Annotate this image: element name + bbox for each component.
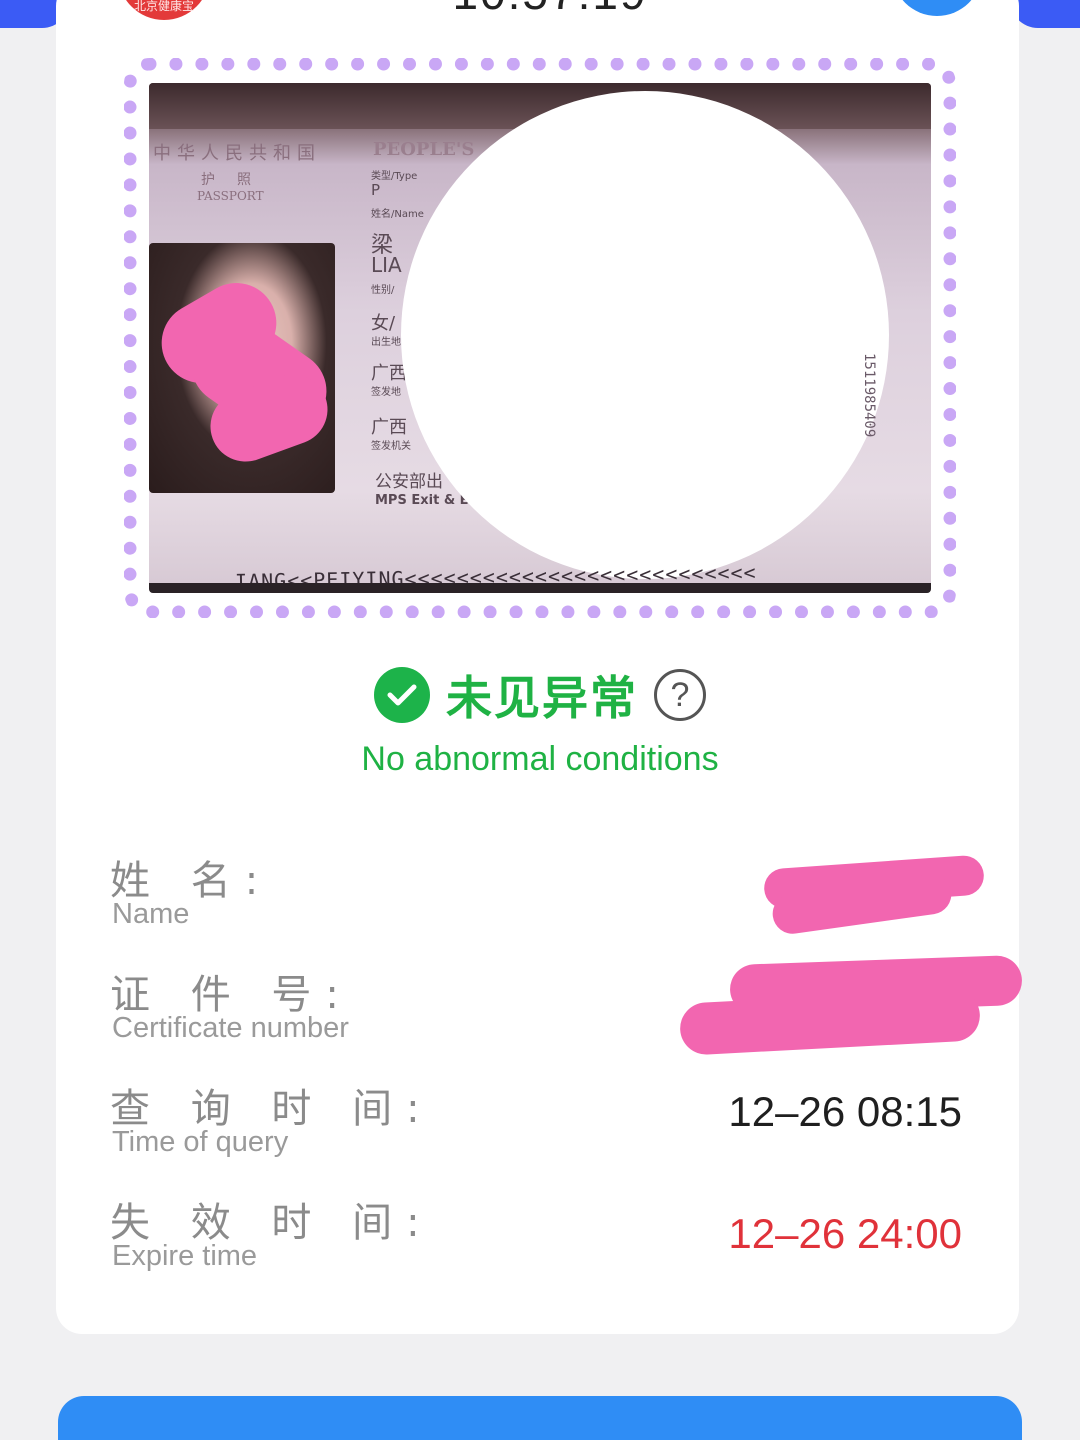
health-code-screen: 北京健康宝 10:57:19 中华人民共和国 PEOPLE'S 护照 PASSP… (0, 0, 1080, 1440)
passport-subheading-cn: 护照 (201, 172, 273, 188)
passport-heading-en: PEOPLE'S (373, 139, 475, 160)
app-logo-text: 北京健康宝 (133, 0, 194, 13)
passport-authority-value: 公安部出 (375, 472, 443, 492)
passport-issue-label: 签发地 (371, 387, 401, 398)
status-text-cn: 未见异常 (446, 671, 638, 725)
query-time-value: 12–26 08:15 (728, 1088, 962, 1135)
status-text-en: No abnormal conditions (361, 740, 719, 778)
header-background-right (1010, 0, 1080, 28)
passport-birth-value: 广西 (371, 363, 407, 384)
passport-name-label: 姓名/Name (371, 209, 424, 220)
passport-authority-label: 签发机关 (371, 441, 411, 452)
expire-time-value: 12–26 24:00 (728, 1210, 962, 1257)
passport-sex-label: 性别/ (371, 285, 395, 296)
passport-photo-frame: 中华人民共和国 PEOPLE'S 护照 PASSPORT 类型/Type P 姓… (124, 58, 956, 618)
photo-bottom-shadow (149, 583, 931, 593)
passport-photo: 中华人民共和国 PEOPLE'S 护照 PASSPORT 类型/Type P 姓… (149, 83, 931, 593)
passport-type-value: P (371, 181, 381, 199)
live-clock: 10:57:19 (430, 0, 670, 20)
query-time-label-en: Time of query (112, 1126, 289, 1158)
passport-type-label: 类型/Type (371, 171, 418, 182)
bottom-action-button[interactable] (58, 1396, 1022, 1440)
certificate-label-en: Certificate number (112, 1012, 349, 1044)
privacy-mask-circle (401, 91, 889, 579)
passport-heading-cn: 中华人民共和国 (153, 143, 321, 164)
help-question-icon[interactable]: ? (654, 669, 706, 721)
check-circle-icon (374, 667, 430, 723)
passport-side-number: 1511985409 (861, 353, 877, 438)
passport-subheading-en: PASSPORT (197, 189, 264, 203)
status-indicator: 未见异常 ? (0, 662, 1080, 728)
name-label-en: Name (112, 898, 190, 930)
passport-sex-value: 女/ (371, 313, 396, 334)
passport-issue-value: 广西 (371, 417, 407, 438)
passport-birth-label: 出生地 (371, 337, 401, 348)
passport-name-en: LIA (371, 253, 402, 277)
expire-time-label-en: Expire time (112, 1240, 258, 1272)
